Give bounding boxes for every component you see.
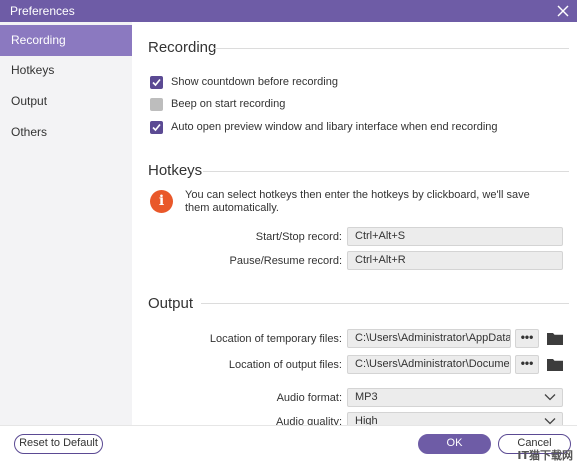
check-icon — [152, 78, 161, 86]
audio-format-value: MP3 — [355, 391, 378, 403]
sidebar: Recording Hotkeys Output Others — [0, 22, 132, 425]
sidebar-item-recording[interactable]: Recording — [0, 25, 132, 56]
pause-resume-hotkey-input[interactable]: Ctrl+Alt+R — [347, 251, 563, 270]
option-beep[interactable]: Beep on start recording — [150, 96, 285, 112]
sidebar-item-label: Output — [11, 94, 48, 108]
output-files-path-input[interactable]: C:\Users\Administrator\Documents — [347, 355, 511, 374]
dialog-footer: Reset to Default OK Cancel IT猫下载网 — [0, 425, 577, 465]
auto-open-label: Auto open preview window and libary inte… — [171, 121, 498, 133]
info-icon: i — [150, 190, 173, 213]
temp-files-label: Location of temporary files: — [209, 333, 342, 345]
sidebar-item-label: Hotkeys — [11, 63, 55, 77]
auto-open-checkbox[interactable] — [150, 120, 163, 134]
section-divider — [213, 48, 569, 49]
output-files-label: Location of output files: — [228, 359, 342, 371]
settings-panel: Recording Show countdown before recordin… — [133, 22, 577, 425]
chevron-down-icon — [544, 394, 556, 401]
sidebar-item-label: Recording — [11, 33, 66, 47]
sidebar-item-hotkeys[interactable]: Hotkeys — [0, 55, 132, 86]
beep-checkbox[interactable] — [150, 97, 163, 111]
section-divider — [203, 171, 569, 172]
countdown-checkbox[interactable] — [150, 75, 163, 89]
countdown-label: Show countdown before recording — [171, 76, 338, 88]
section-divider — [201, 303, 569, 304]
temp-files-path-input[interactable]: C:\Users\Administrator\AppData\Lo — [347, 329, 511, 348]
watermark: IT猫下载网 — [517, 449, 573, 462]
output-section-title: Output — [148, 295, 194, 312]
sidebar-item-output[interactable]: Output — [0, 86, 132, 117]
chevron-down-icon — [544, 418, 556, 425]
close-icon[interactable] — [553, 1, 573, 21]
beep-label: Beep on start recording — [171, 98, 286, 110]
audio-quality-value: High — [355, 415, 378, 425]
hotkeys-section-title: Hotkeys — [148, 162, 203, 179]
audio-format-select[interactable]: MP3 — [347, 388, 563, 407]
recording-section-title: Recording — [148, 39, 217, 56]
output-files-browse-button[interactable]: ••• — [515, 355, 539, 374]
sidebar-item-label: Others — [11, 125, 48, 139]
option-countdown[interactable]: Show countdown before recording — [150, 74, 338, 90]
audio-format-label: Audio format: — [276, 392, 342, 404]
hotkeys-info-text: You can select hotkeys then enter the ho… — [185, 189, 530, 214]
sidebar-item-others[interactable]: Others — [0, 117, 132, 148]
start-stop-label: Start/Stop record: — [255, 231, 342, 243]
window-title: Preferences — [10, 4, 75, 18]
pause-resume-label: Pause/Resume record: — [229, 255, 343, 267]
temp-files-browse-button[interactable]: ••• — [515, 329, 539, 348]
audio-quality-label: Audio quality: — [275, 416, 342, 425]
start-stop-hotkey-input[interactable]: Ctrl+Alt+S — [347, 227, 563, 246]
reset-to-default-button[interactable]: Reset to Default — [14, 434, 103, 454]
title-bar: Preferences — [0, 0, 577, 22]
folder-icon[interactable] — [547, 332, 563, 345]
option-auto-open[interactable]: Auto open preview window and libary inte… — [150, 119, 498, 135]
audio-quality-select[interactable]: High — [347, 412, 563, 425]
folder-icon[interactable] — [547, 358, 563, 371]
ok-button[interactable]: OK — [418, 434, 491, 454]
check-icon — [152, 123, 161, 131]
